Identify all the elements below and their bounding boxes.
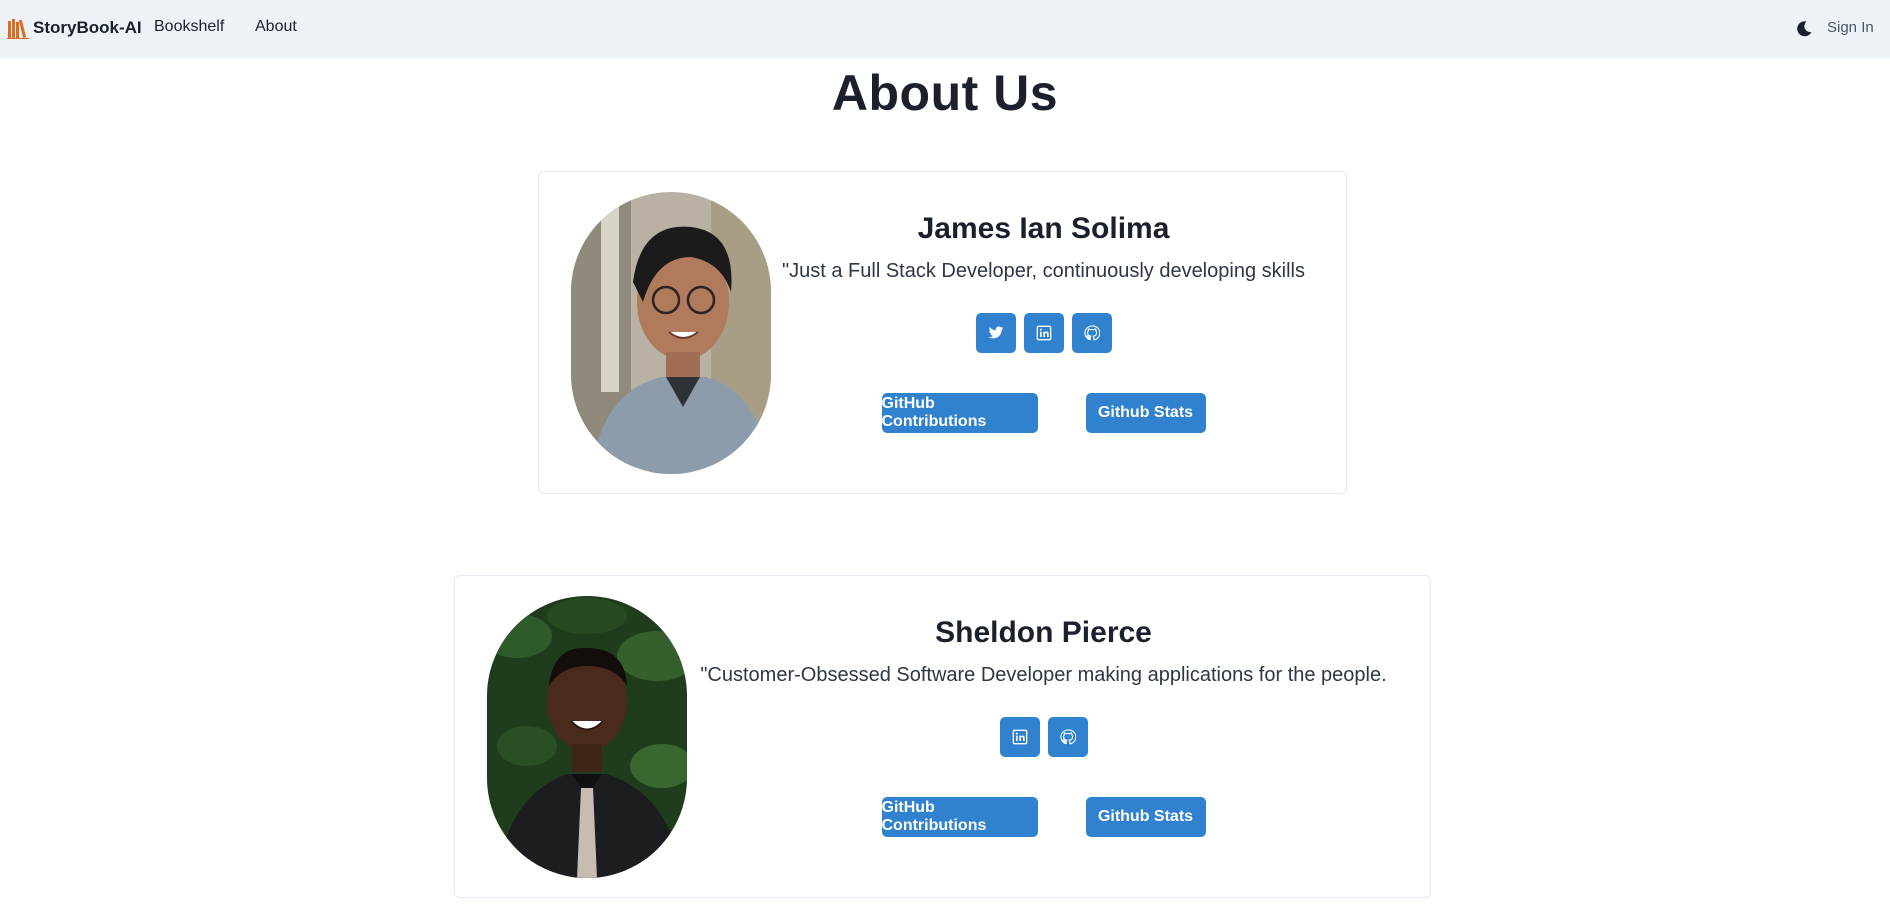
github-icon bbox=[1059, 729, 1076, 745]
social-links bbox=[779, 313, 1308, 353]
github-stats-button[interactable]: Github Stats bbox=[1085, 393, 1206, 433]
member-actions: GitHub Contributions Github Stats bbox=[779, 393, 1308, 433]
twitter-button[interactable] bbox=[975, 313, 1016, 353]
moon-icon[interactable] bbox=[1795, 20, 1813, 38]
books-logo-icon bbox=[7, 19, 29, 39]
nav-link-about[interactable]: About bbox=[255, 18, 297, 36]
member-content: James Ian Solima "Just a Full Stack Deve… bbox=[779, 172, 1308, 493]
nav-link-bookshelf[interactable]: Bookshelf bbox=[154, 18, 224, 36]
member-bio: "Customer-Obsessed Software Developer ma… bbox=[700, 664, 1387, 686]
navbar: StoryBook-AI Bookshelf About Sign In bbox=[0, 0, 1890, 58]
member-content: Sheldon Pierce "Customer-Obsessed Softwa… bbox=[695, 576, 1392, 897]
member-actions: GitHub Contributions Github Stats bbox=[695, 797, 1392, 837]
github-contributions-button[interactable]: GitHub Contributions bbox=[881, 393, 1038, 433]
brand-link[interactable]: StoryBook-AI bbox=[7, 17, 142, 39]
sign-in-link[interactable]: Sign In bbox=[1827, 19, 1874, 36]
brand-name: StoryBook-AI bbox=[33, 18, 142, 37]
member-name: James Ian Solima bbox=[917, 212, 1170, 245]
github-stats-button[interactable]: Github Stats bbox=[1085, 797, 1206, 837]
social-links bbox=[695, 717, 1392, 757]
avatar bbox=[571, 192, 771, 474]
linkedin-button[interactable] bbox=[1023, 313, 1064, 353]
twitter-icon bbox=[988, 326, 1003, 339]
linkedin-button[interactable] bbox=[999, 717, 1040, 757]
github-button[interactable] bbox=[1047, 717, 1088, 757]
avatar bbox=[487, 596, 687, 878]
github-icon bbox=[1083, 325, 1100, 341]
github-contributions-button[interactable]: GitHub Contributions bbox=[881, 797, 1038, 837]
github-button[interactable] bbox=[1071, 313, 1112, 353]
member-card: Sheldon Pierce "Customer-Obsessed Softwa… bbox=[454, 575, 1431, 898]
page-title: About Us bbox=[831, 65, 1059, 121]
member-name: Sheldon Pierce bbox=[935, 616, 1152, 649]
member-card: James Ian Solima "Just a Full Stack Deve… bbox=[538, 171, 1347, 494]
member-bio: "Just a Full Stack Developer, continuous… bbox=[782, 260, 1305, 282]
linkedin-icon bbox=[1036, 325, 1051, 341]
linkedin-icon bbox=[1012, 729, 1027, 745]
